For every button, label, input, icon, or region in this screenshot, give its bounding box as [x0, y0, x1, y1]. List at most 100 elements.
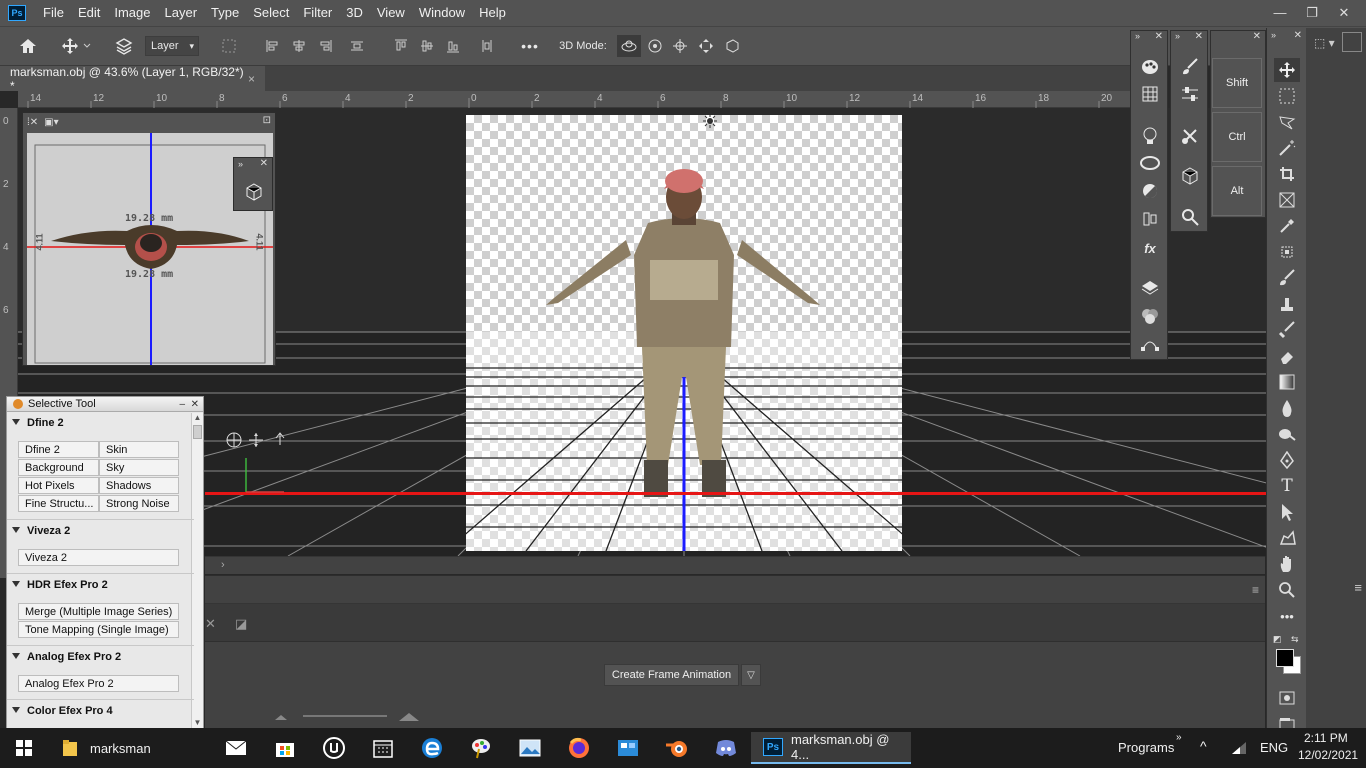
taskbar-folder-item[interactable]: marksman: [52, 732, 152, 764]
section-hdr-efex-pro-2[interactable]: HDR Efex Pro 2: [7, 576, 188, 594]
restore-button[interactable]: ❐: [1296, 5, 1328, 21]
clock-date[interactable]: 12/02/2021: [1298, 748, 1358, 762]
control-panel-icon[interactable]: [608, 732, 648, 764]
discord-icon[interactable]: [706, 732, 746, 764]
menu-select[interactable]: Select: [246, 0, 296, 26]
firefox-icon[interactable]: [559, 732, 599, 764]
close-icon[interactable]: ✕: [1253, 31, 1261, 42]
frame-tool-icon[interactable]: [1274, 188, 1300, 212]
measurement-log-icon[interactable]: [1177, 206, 1203, 228]
panel-menu-icon[interactable]: ≡: [1252, 583, 1259, 597]
shift-key-button[interactable]: Shift: [1212, 58, 1262, 108]
align-middle-icon[interactable]: [416, 27, 438, 65]
section-color-efex-pro-4[interactable]: Color Efex Pro 4: [7, 702, 188, 720]
3d-object-icon[interactable]: [244, 182, 264, 202]
menu-window[interactable]: Window: [412, 0, 472, 26]
align-center-icon[interactable]: [288, 27, 310, 65]
hand-tool-icon[interactable]: [1274, 552, 1300, 576]
close-icon[interactable]: ✕: [1294, 30, 1302, 41]
workspace-switcher[interactable]: ⬚ ▾: [1314, 36, 1335, 50]
type-tool-icon[interactable]: T: [1274, 474, 1300, 498]
orbit-3d-icon[interactable]: [617, 35, 641, 57]
align-top-icon[interactable]: [390, 27, 412, 65]
collapse-icon[interactable]: »: [1271, 30, 1276, 40]
path-selection-icon[interactable]: [1274, 500, 1300, 524]
magic-wand-icon[interactable]: [1274, 136, 1300, 160]
section-analog-efex-pro-2[interactable]: Analog Efex Pro 2: [7, 648, 188, 666]
panel-window-controls[interactable]: – ✕: [180, 399, 200, 410]
merge-button[interactable]: Merge (Multiple Image Series): [18, 603, 179, 620]
selective-tool-header[interactable]: Selective Tool – ✕: [7, 397, 203, 412]
more-options-button[interactable]: •••: [516, 27, 544, 65]
unreal-engine-icon[interactable]: [314, 732, 354, 764]
language-indicator[interactable]: ENG: [1260, 740, 1288, 755]
programs-toolbar-label[interactable]: Programs: [1118, 740, 1174, 755]
brush-tool-icon[interactable]: [1274, 266, 1300, 290]
zoom-tool-icon[interactable]: [1274, 578, 1300, 602]
collapse-icon[interactable]: ⁞✕: [27, 117, 38, 128]
move-tool-icon[interactable]: [1274, 58, 1300, 82]
eyedropper-icon[interactable]: [1274, 214, 1300, 238]
align-bottom-icon[interactable]: [442, 27, 464, 65]
light-icon[interactable]: [702, 115, 718, 129]
styles-fx-icon[interactable]: fx: [1137, 237, 1163, 259]
distribute-vertical-icon[interactable]: [476, 27, 498, 65]
taskbar-photoshop-item[interactable]: Ps marksman.obj @ 4...: [751, 732, 911, 764]
color-swatches[interactable]: ◩ ⇆: [1273, 634, 1303, 674]
menu-layer[interactable]: Layer: [158, 0, 205, 26]
healing-brush-icon[interactable]: [1274, 240, 1300, 264]
menu-view[interactable]: View: [370, 0, 412, 26]
panel-menu-icon[interactable]: ≡: [1354, 580, 1362, 595]
collapse-icon[interactable]: »: [238, 159, 243, 169]
shape-tool-icon[interactable]: [1274, 526, 1300, 550]
calendar-icon[interactable]: [363, 732, 403, 764]
mail-icon[interactable]: [216, 732, 256, 764]
menu-filter[interactable]: Filter: [296, 0, 339, 26]
blur-tool-icon[interactable]: [1274, 396, 1300, 420]
swap-views-icon[interactable]: ⊡: [263, 115, 271, 126]
move-tool-icon[interactable]: [56, 27, 96, 65]
foreground-color-swatch[interactable]: [1276, 649, 1294, 667]
system-tray-chevron-icon[interactable]: ^: [1200, 738, 1207, 754]
tone-mapping-button[interactable]: Tone Mapping (Single Image): [18, 621, 179, 638]
clock-time[interactable]: 2:11 PM: [1304, 731, 1348, 745]
chevron-right-icon[interactable]: ›: [221, 559, 225, 571]
maximize-frame-icon[interactable]: [1342, 32, 1362, 52]
delete-icon[interactable]: ✕: [205, 616, 216, 632]
align-left-icon[interactable]: [262, 27, 284, 65]
history-brush-icon[interactable]: [1274, 318, 1300, 342]
toolbar-expand-icon[interactable]: »: [1176, 732, 1182, 743]
distribute-icon[interactable]: [346, 27, 368, 65]
mini-floating-panel[interactable]: » ✕: [233, 157, 273, 211]
menu-file[interactable]: File: [36, 0, 71, 26]
slide-3d-icon[interactable]: [694, 27, 718, 65]
photoshop-logo-icon[interactable]: Ps: [8, 5, 26, 21]
close-tab-icon[interactable]: ×: [248, 72, 255, 86]
paint-app-icon[interactable]: [461, 732, 501, 764]
convert-icon[interactable]: ◪: [235, 616, 247, 632]
blender-icon[interactable]: [657, 732, 697, 764]
properties-icon[interactable]: [1137, 208, 1163, 230]
strong-noise-button[interactable]: Strong Noise: [99, 495, 179, 512]
color-palette-icon[interactable]: [1137, 56, 1163, 78]
camera-view-icon[interactable]: ▣▾: [44, 117, 58, 128]
auto-select-icon[interactable]: [110, 27, 138, 65]
store-icon[interactable]: [265, 732, 305, 764]
minimize-button[interactable]: —: [1264, 5, 1296, 21]
dfine-2-button[interactable]: Dfine 2: [18, 441, 99, 458]
layer-select-dropdown[interactable]: Layer ▾: [145, 36, 199, 56]
viveza-2-button[interactable]: Viveza 2: [18, 549, 179, 566]
menu-help[interactable]: Help: [472, 0, 513, 26]
channels-icon[interactable]: [1137, 305, 1163, 327]
analog-efex-pro-2-button[interactable]: Analog Efex Pro 2: [18, 675, 179, 692]
chevron-down-icon[interactable]: ▽: [741, 664, 761, 686]
menu-image[interactable]: Image: [107, 0, 157, 26]
stamp-tool-icon[interactable]: [1274, 292, 1300, 316]
close-icon[interactable]: ✕: [1195, 31, 1203, 42]
alt-key-button[interactable]: Alt: [1212, 166, 1262, 216]
photos-app-icon[interactable]: [510, 732, 550, 764]
brush-settings-icon[interactable]: [1177, 56, 1203, 78]
swatches-grid-icon[interactable]: [1137, 83, 1163, 105]
clone-source-icon[interactable]: [1177, 125, 1203, 147]
sky-button[interactable]: Sky: [99, 459, 179, 476]
